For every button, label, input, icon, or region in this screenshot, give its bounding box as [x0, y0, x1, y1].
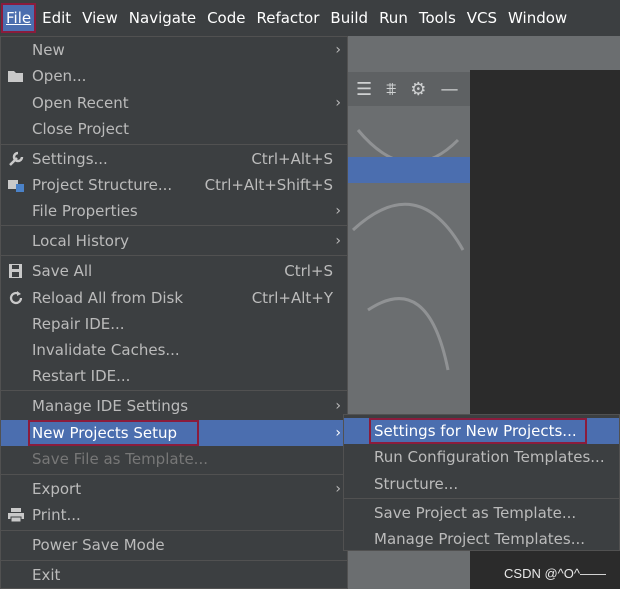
printer-icon	[8, 508, 24, 523]
menu-item-label: Manage Project Templates...	[374, 530, 586, 548]
menu-item-label: Open...	[32, 67, 87, 85]
menu-bar: File Edit View Navigate Code Refactor Bu…	[0, 0, 620, 36]
menu-item-label: File Properties	[32, 202, 138, 220]
menu-item-print[interactable]: Print...	[1, 502, 347, 528]
gear-icon[interactable]: ⚙	[410, 79, 426, 100]
menu-item-label: Export	[32, 480, 82, 498]
menu-item-restart-ide[interactable]: Restart IDE...	[1, 363, 347, 389]
menu-item-label: Invalidate Caches...	[32, 341, 180, 359]
minimize-icon[interactable]: —	[440, 79, 458, 100]
menu-item-label: Save All	[32, 262, 93, 280]
menu-item-manage-project-templates[interactable]: Manage Project Templates...	[344, 526, 619, 552]
menu-item-reload[interactable]: Reload All from Disk Ctrl+Alt+Y	[1, 285, 347, 311]
menu-edit[interactable]: Edit	[38, 4, 75, 32]
menu-item-label: Save Project as Template...	[374, 504, 577, 522]
menu-item-label: Project Structure...	[32, 176, 173, 194]
menu-item-project-structure[interactable]: Project Structure... Ctrl+Alt+Shift+S	[1, 172, 347, 198]
chevron-right-icon: ›	[335, 95, 341, 111]
project-tree-selection	[348, 157, 470, 183]
menu-tools[interactable]: Tools	[415, 4, 460, 32]
menu-separator	[1, 530, 347, 531]
project-structure-icon	[8, 180, 24, 192]
menu-item-label: Manage IDE Settings	[32, 397, 189, 415]
save-icon	[9, 264, 22, 278]
menu-build[interactable]: Build	[326, 4, 372, 32]
menu-item-label: Print...	[32, 506, 81, 524]
shortcut-label: Ctrl+Alt+Shift+S	[204, 176, 333, 194]
menu-item-label: Power Save Mode	[32, 536, 165, 554]
menu-item-file-properties[interactable]: File Properties ›	[1, 198, 347, 224]
menu-item-invalidate-caches[interactable]: Invalidate Caches...	[1, 337, 347, 363]
menu-item-label: Save File as Template...	[32, 450, 208, 468]
menu-vcs[interactable]: VCS	[463, 4, 501, 32]
background-artwork	[351, 129, 465, 371]
menu-item-label: Repair IDE...	[32, 315, 125, 333]
menu-item-label: Exit	[32, 566, 61, 584]
menu-item-label: Close Project	[32, 120, 129, 138]
menu-item-label: Restart IDE...	[32, 367, 131, 385]
folder-open-icon	[8, 71, 23, 82]
wrench-icon	[9, 151, 24, 166]
menu-item-label: Settings...	[32, 150, 108, 168]
chevron-right-icon: ›	[335, 42, 341, 58]
menu-item-label: Settings for New Projects...	[369, 418, 587, 444]
menu-item-open-recent[interactable]: Open Recent ›	[1, 90, 347, 116]
menu-item-repair-ide[interactable]: Repair IDE...	[1, 311, 347, 337]
menu-window[interactable]: Window	[504, 4, 571, 32]
shortcut-label: Ctrl+S	[284, 262, 333, 280]
reload-icon	[9, 291, 23, 305]
menu-separator	[1, 390, 347, 391]
file-menu: New › Open... Open Recent › Close Projec…	[0, 36, 348, 589]
menu-item-save-all[interactable]: Save All Ctrl+S	[1, 258, 347, 284]
menu-item-label: Open Recent	[32, 94, 129, 112]
menu-item-new-projects-setup[interactable]: New Projects Setup ›	[1, 420, 347, 446]
editor-toolbar: ☰ ⩨ ⚙ —	[348, 72, 470, 106]
menu-separator	[1, 560, 347, 561]
collapse-icon[interactable]: ☰	[356, 79, 372, 100]
menu-item-label: Structure...	[374, 475, 459, 493]
menu-item-settings-for-new-projects[interactable]: Settings for New Projects...	[344, 418, 619, 444]
menu-refactor[interactable]: Refactor	[252, 4, 323, 32]
menu-item-label: Local History	[32, 232, 130, 250]
menu-item-structure[interactable]: Structure...	[344, 471, 619, 497]
menu-separator	[1, 474, 347, 475]
chevron-right-icon: ›	[335, 233, 341, 249]
menu-item-label: New Projects Setup	[28, 420, 200, 446]
menu-item-close-project[interactable]: Close Project	[1, 116, 347, 142]
menu-item-run-configuration-templates[interactable]: Run Configuration Templates...	[344, 444, 619, 470]
menu-item-label: New	[32, 41, 65, 59]
new-projects-setup-submenu: Settings for New Projects... Run Configu…	[343, 414, 620, 551]
menu-view[interactable]: View	[78, 4, 122, 32]
chevron-right-icon: ›	[335, 398, 341, 414]
menu-item-new[interactable]: New ›	[1, 37, 347, 63]
menu-item-local-history[interactable]: Local History ›	[1, 228, 347, 254]
menu-item-settings[interactable]: Settings... Ctrl+Alt+S	[1, 146, 347, 172]
menu-separator	[1, 225, 347, 226]
menu-item-export[interactable]: Export ›	[1, 476, 347, 502]
menu-item-power-save-mode[interactable]: Power Save Mode	[1, 532, 347, 558]
shortcut-label: Ctrl+Alt+Y	[251, 289, 333, 307]
menu-item-save-file-as-template[interactable]: Save File as Template...	[1, 446, 347, 472]
menu-separator	[1, 255, 347, 256]
menu-navigate[interactable]: Navigate	[125, 4, 200, 32]
menu-item-label: Reload All from Disk	[32, 289, 184, 307]
chevron-right-icon: ›	[335, 203, 341, 219]
menu-item-label: Run Configuration Templates...	[374, 448, 605, 466]
menu-run[interactable]: Run	[375, 4, 412, 32]
shortcut-label: Ctrl+Alt+S	[251, 150, 333, 168]
menu-item-open[interactable]: Open...	[1, 63, 347, 89]
expand-icon[interactable]: ⩨	[386, 79, 396, 100]
menu-code[interactable]: Code	[203, 4, 249, 32]
menu-separator	[1, 144, 347, 145]
chevron-right-icon: ›	[335, 425, 341, 441]
menu-item-manage-ide-settings[interactable]: Manage IDE Settings ›	[1, 393, 347, 419]
watermark-text: CSDN @^O^——	[504, 566, 606, 581]
menu-item-exit[interactable]: Exit	[1, 562, 347, 588]
menu-item-save-project-as-template[interactable]: Save Project as Template...	[344, 500, 619, 526]
menu-file[interactable]: File	[0, 3, 37, 33]
menu-separator	[344, 498, 619, 499]
chevron-right-icon: ›	[335, 481, 341, 497]
